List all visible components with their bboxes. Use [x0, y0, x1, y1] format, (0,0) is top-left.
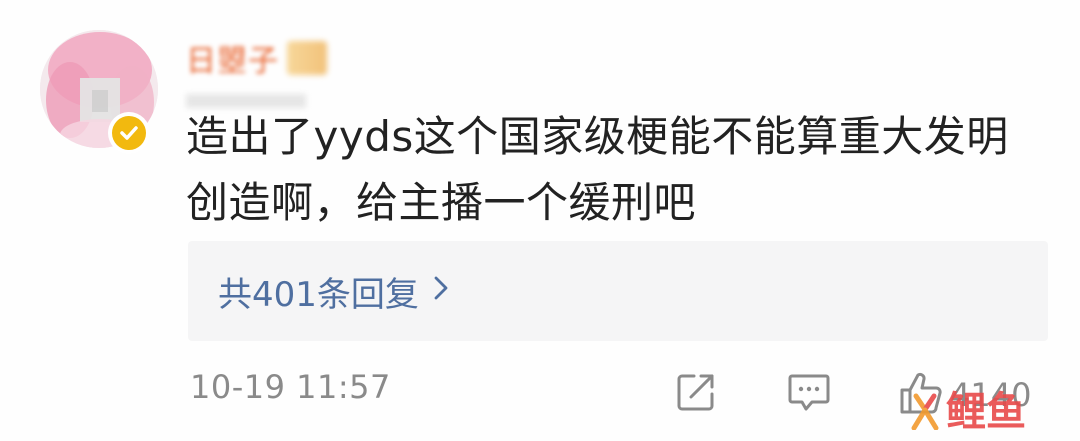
comment-timestamp: 10-19 11:57 — [190, 368, 391, 406]
watermark-text: 鲤鱼 — [946, 389, 1026, 435]
comment-card: 日曌子 造出了yyds这个国家级梗能不能算重大发明 创造啊，给主播一个缓刑吧 共… — [0, 0, 1080, 441]
comment-line: 造出了yyds这个国家级梗能不能算重大发明 — [186, 112, 1009, 161]
fire-icon — [908, 390, 942, 434]
comment-text: 造出了yyds这个国家级梗能不能算重大发明 创造啊，给主播一个缓刑吧 — [186, 104, 1056, 236]
username-badge-blur — [287, 41, 327, 75]
chevron-right-icon — [433, 271, 449, 311]
username-text: 日曌子 — [186, 44, 279, 79]
checkmark-icon — [112, 116, 146, 150]
replies-panel: 共401条回复 — [188, 241, 1048, 341]
watermark-logo: 鲤鱼 — [908, 390, 1026, 434]
comment-line: 创造啊，给主播一个缓刑吧 — [186, 178, 697, 227]
share-button[interactable] — [674, 370, 718, 418]
view-replies-link[interactable]: 共401条回复 — [218, 267, 449, 316]
comment-button[interactable] — [786, 370, 832, 418]
comment-icon — [786, 370, 832, 418]
username[interactable]: 日曌子 — [186, 38, 327, 79]
replies-count-label: 共401条回复 — [218, 274, 419, 315]
verified-badge — [108, 112, 150, 154]
share-icon — [674, 370, 718, 418]
